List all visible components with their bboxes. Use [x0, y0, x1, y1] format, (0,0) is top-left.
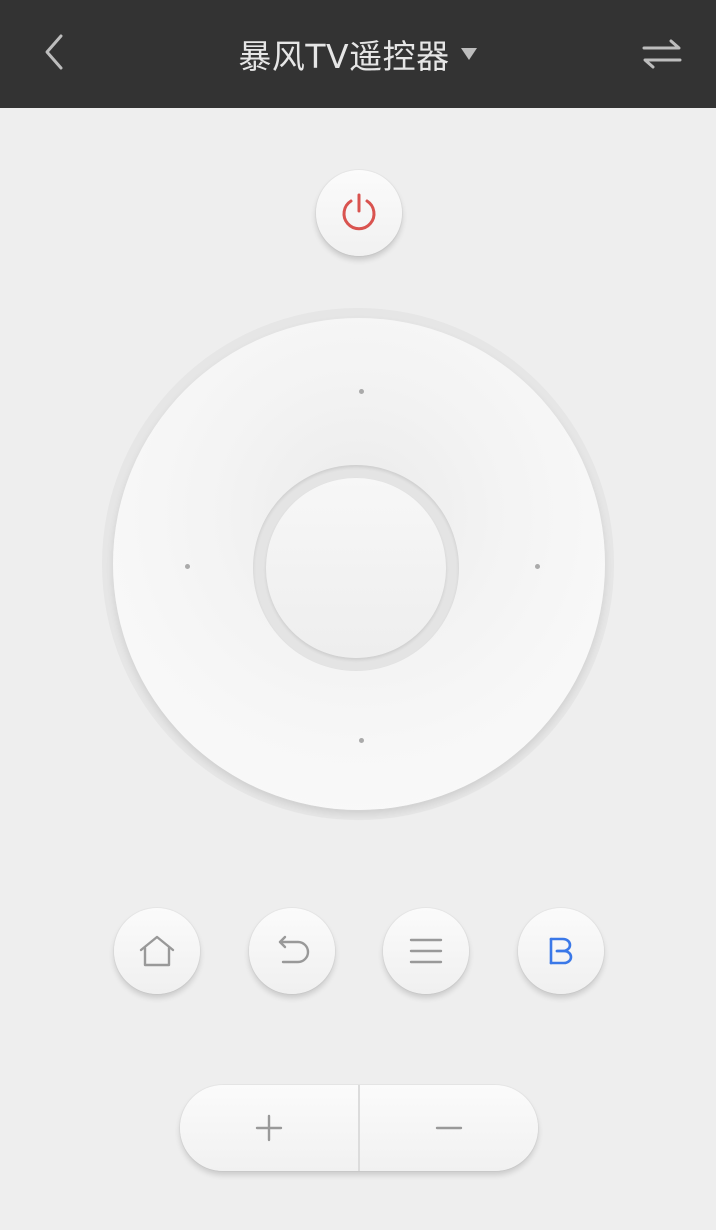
power-button[interactable]: [316, 170, 402, 256]
storm-button[interactable]: [518, 908, 604, 994]
title-area: 暴风TV遥控器: [0, 0, 716, 108]
home-button[interactable]: [114, 908, 200, 994]
dpad-left[interactable]: [133, 448, 253, 680]
volume-down-button[interactable]: [360, 1085, 538, 1171]
dot-icon: [359, 738, 364, 743]
page-title: 暴风TV遥控器: [238, 37, 450, 76]
switch-device-button[interactable]: [634, 26, 690, 82]
dot-icon: [185, 564, 190, 569]
storm-logo-icon: [549, 937, 573, 965]
home-icon: [139, 935, 175, 967]
swap-arrows-icon: [642, 39, 682, 69]
volume-control: [180, 1085, 538, 1171]
caret-down-icon: [460, 47, 478, 61]
top-bar: 暴风TV遥控器: [0, 0, 716, 108]
minus-icon: [435, 1126, 463, 1130]
plus-icon: [255, 1114, 283, 1142]
dpad-down[interactable]: [243, 670, 475, 790]
menu-icon: [409, 938, 443, 964]
power-icon: [342, 193, 376, 231]
device-selector[interactable]: 暴风TV遥控器: [238, 30, 477, 78]
dot-icon: [359, 389, 364, 394]
dpad-right[interactable]: [465, 448, 585, 680]
dpad-up[interactable]: [243, 338, 475, 458]
dot-icon: [535, 564, 540, 569]
ok-button[interactable]: [266, 478, 446, 658]
back-button[interactable]: [26, 24, 82, 80]
volume-up-button[interactable]: [180, 1085, 358, 1171]
menu-button[interactable]: [383, 908, 469, 994]
return-button[interactable]: [249, 908, 335, 994]
chevron-left-icon: [45, 34, 63, 70]
return-icon: [278, 935, 310, 964]
